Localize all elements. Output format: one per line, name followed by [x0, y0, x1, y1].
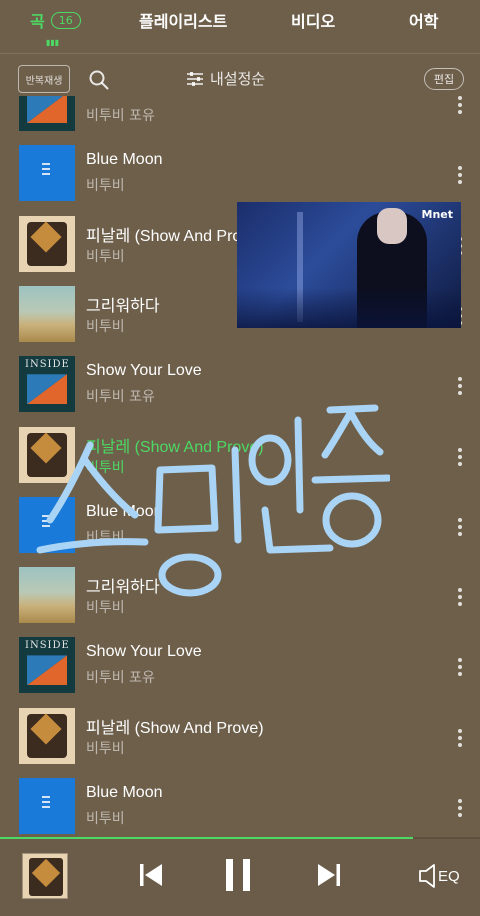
song-artist: 비투비	[86, 248, 125, 265]
tabs-divider	[0, 53, 480, 54]
more-options-icon[interactable]	[458, 799, 462, 817]
album-art[interactable]: INSIDE	[19, 356, 75, 413]
more-options-icon[interactable]	[458, 447, 462, 466]
song-artist: 비투비 포유	[86, 389, 155, 406]
song-row[interactable]: Blue Moon 비투비	[0, 483, 480, 553]
song-title: Blue Moon	[86, 784, 163, 801]
song-title: 피날레 (Show And Prove)	[86, 719, 264, 737]
album-art[interactable]	[19, 215, 75, 272]
more-options-icon[interactable]	[458, 377, 462, 396]
album-art[interactable]	[19, 707, 75, 764]
song-row[interactable]: INSIDE Show Your Love 비투비 포유	[0, 342, 480, 413]
song-row[interactable]: 피날레 (Show And Prove) 비투비	[0, 694, 480, 764]
list-toolbar: 반복재생 내설정순 편집	[0, 62, 480, 96]
more-options-icon[interactable]	[458, 588, 462, 607]
top-tabs: 곡 16 ▮▮▮ 플레이리스트 비디오 어학	[0, 0, 480, 50]
tab-songs[interactable]: 곡 16	[30, 8, 81, 32]
song-artist: 비투비	[86, 459, 125, 476]
song-row[interactable]: 그리워하다비투비	[0, 553, 480, 624]
more-options-icon[interactable]	[458, 96, 462, 114]
more-options-icon[interactable]	[458, 658, 462, 677]
song-title: Show Your Love	[86, 96, 202, 99]
song-count-badge: 16	[50, 11, 81, 29]
next-icon[interactable]	[316, 861, 342, 889]
album-art[interactable]	[19, 285, 75, 342]
more-options-icon[interactable]	[458, 517, 462, 536]
performer-face	[377, 208, 407, 244]
song-artist: 비투비 포유	[86, 670, 155, 687]
song-artist: 비투비	[86, 318, 125, 335]
album-art[interactable]	[19, 496, 75, 553]
eq-label: EQ	[438, 867, 460, 885]
sliders-icon	[187, 71, 203, 86]
song-row[interactable]: INSIDE Show Your Love 비투비 포유	[0, 623, 480, 694]
song-title: 그리워하다	[86, 297, 160, 315]
more-options-icon[interactable]	[458, 166, 462, 185]
song-artist: 비투비 포유	[86, 108, 155, 124]
active-tab-indicator: ▮▮▮	[46, 38, 60, 47]
song-title: 피날레 (Show And Prove)	[86, 438, 264, 456]
eq-button[interactable]: EQ	[418, 863, 460, 889]
song-row[interactable]: 피날레 (Show And Prove) 비투비	[0, 413, 480, 483]
speaker-icon	[419, 864, 435, 888]
tab-playlist[interactable]: 플레이리스트	[139, 8, 227, 32]
song-title: Blue Moon	[86, 502, 163, 520]
video-channel-logo: Mnet	[421, 208, 454, 221]
song-title: 그리워하다	[86, 579, 160, 597]
search-icon[interactable]	[88, 69, 110, 91]
song-row[interactable]: INSIDE Show Your Love 비투비 포유	[0, 96, 480, 131]
tab-songs-label: 곡	[30, 12, 45, 31]
album-art[interactable]: INSIDE	[19, 637, 75, 694]
song-artist: 비투비	[86, 811, 125, 827]
stage-floor	[237, 288, 461, 328]
song-artist: 비투비	[86, 529, 125, 546]
album-art[interactable]	[19, 145, 75, 202]
song-artist: 비투비	[86, 178, 125, 195]
album-art[interactable]	[19, 778, 75, 834]
pause-icon[interactable]	[224, 858, 252, 892]
mini-player: EQ	[0, 839, 480, 916]
song-artist: 비투비	[86, 600, 125, 617]
edit-button[interactable]: 편집	[424, 68, 464, 90]
more-options-icon[interactable]	[458, 728, 462, 747]
previous-icon[interactable]	[138, 861, 164, 889]
tab-video[interactable]: 비디오	[291, 8, 335, 32]
sort-button[interactable]: 내설정순	[186, 68, 265, 89]
tab-language[interactable]: 어학	[409, 8, 438, 32]
song-artist: 비투비	[86, 740, 125, 757]
album-art[interactable]	[19, 426, 75, 483]
video-pip[interactable]: Mnet	[237, 202, 461, 328]
now-playing-album-art[interactable]	[22, 853, 68, 899]
song-title: Show Your Love	[86, 643, 202, 661]
album-art[interactable]: INSIDE	[19, 96, 75, 131]
song-row[interactable]: Blue Moon 비투비	[0, 131, 480, 202]
sort-label: 내설정순	[210, 70, 266, 88]
album-art[interactable]	[19, 567, 75, 624]
song-row[interactable]: Blue Moon 비투비	[0, 764, 480, 834]
song-title: Show Your Love	[86, 362, 202, 380]
song-title: Blue Moon	[86, 151, 163, 169]
repeat-button[interactable]: 반복재생	[18, 65, 70, 93]
